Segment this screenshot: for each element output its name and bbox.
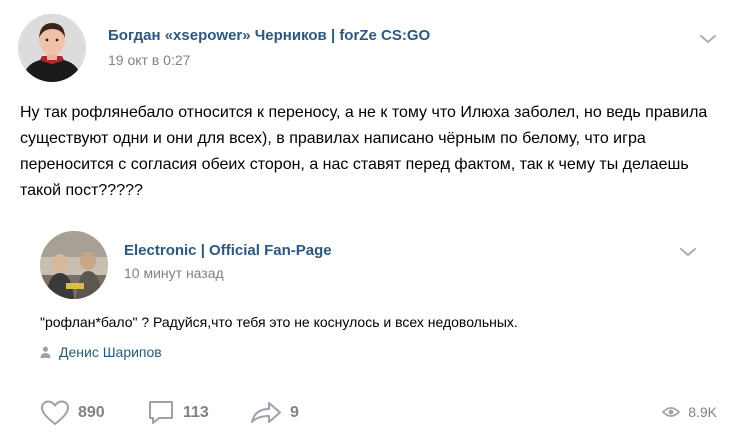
eye-icon	[662, 407, 681, 417]
like-count: 890	[78, 404, 105, 421]
heart-icon	[41, 400, 69, 425]
repost-author-link[interactable]: Electronic | Official Fan-Page	[124, 242, 332, 259]
repost-date[interactable]: 10 минут назад	[124, 265, 224, 281]
comment-icon	[149, 401, 173, 424]
author-avatar[interactable]	[18, 14, 86, 82]
wall-post: Богдан «xsepower» Черников | forZe CS:GO…	[0, 0, 741, 433]
post-text: Ну так рофлянебало относится к переносу,…	[20, 104, 708, 199]
comment-count: 113	[183, 404, 209, 421]
post-menu-chevron-down-icon[interactable]	[699, 33, 717, 45]
share-arrow-icon	[251, 402, 281, 423]
views-count: 8.9K	[688, 404, 717, 420]
repost-menu-chevron-down-icon[interactable]	[679, 246, 697, 258]
repost-avatar[interactable]	[40, 231, 108, 299]
repost-signer[interactable]: Денис Шарипов	[40, 344, 162, 360]
like-button[interactable]: 890	[40, 400, 105, 426]
signer-name: Денис Шарипов	[59, 344, 162, 360]
post-actions-bar: 890 113 9 8.9K	[0, 400, 741, 430]
user-icon	[40, 346, 51, 358]
share-button[interactable]: 9	[250, 400, 299, 426]
share-count: 9	[290, 404, 299, 421]
comment-button[interactable]: 113	[147, 400, 209, 426]
post-author-link[interactable]: Богдан «xsepower» Черников | forZe CS:GO	[108, 27, 430, 44]
post-date[interactable]: 19 окт в 0:27	[108, 52, 190, 68]
repost-text: "рофлан*бало" ? Радуйся,что тебя это не …	[40, 314, 518, 330]
views-counter: 8.9K	[662, 404, 717, 420]
